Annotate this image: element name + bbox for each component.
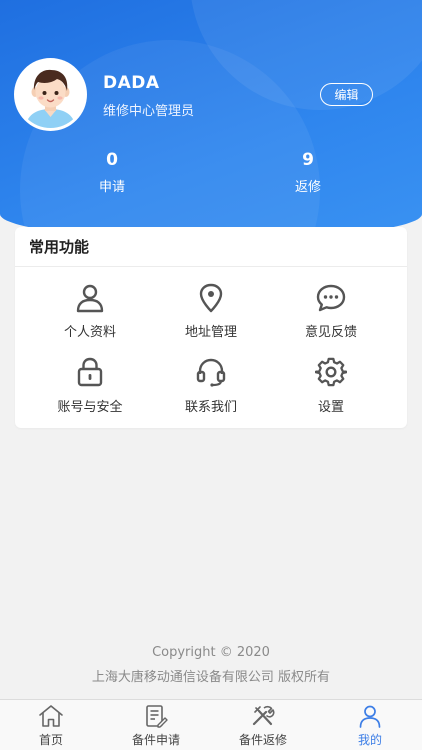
common-functions-card: 常用功能 个人资料 地址管理 意见反馈 账号与安全 联系我们 设置 [15, 227, 407, 428]
function-contact-us[interactable]: 联系我们 [146, 356, 276, 422]
stat-value: 9 [302, 150, 314, 170]
stat-value: 0 [106, 150, 118, 170]
function-address[interactable]: 地址管理 [146, 283, 276, 349]
gear-icon [315, 357, 347, 387]
function-profile[interactable]: 个人资料 [25, 283, 155, 349]
profile-header: DADA 维修中心管理员 编辑 0 申请 9 返修 [0, 0, 422, 240]
home-icon [39, 705, 63, 727]
function-label: 设置 [317, 400, 344, 415]
stat-applications[interactable]: 0 申请 [72, 150, 152, 195]
tab-label: 备件返修 [238, 733, 287, 747]
function-label: 联系我们 [184, 400, 237, 415]
avatar[interactable] [14, 58, 87, 131]
tab-parts-application[interactable]: 备件申请 [106, 704, 206, 748]
tab-home[interactable]: 首页 [1, 704, 101, 748]
function-label: 地址管理 [184, 325, 237, 340]
chat-bubble-icon [316, 284, 346, 312]
stat-repairs[interactable]: 9 返修 [268, 150, 348, 195]
tab-mine[interactable]: 我的 [320, 704, 420, 748]
company-text: 上海大唐移动通信设备有限公司 版权所有 [91, 670, 331, 685]
tab-parts-repair[interactable]: 备件返修 [213, 704, 313, 748]
profile-name: DADA [103, 73, 160, 93]
stat-label: 返修 [294, 180, 321, 195]
stat-label: 申请 [98, 180, 125, 195]
lock-icon [77, 357, 103, 387]
profile-role: 维修中心管理员 [103, 104, 195, 119]
function-label: 意见反馈 [304, 325, 357, 340]
form-document-icon [146, 705, 168, 728]
headset-icon [196, 358, 226, 387]
tab-label: 首页 [38, 733, 63, 747]
edit-profile-button[interactable]: 编辑 [320, 83, 373, 106]
function-label: 账号与安全 [57, 400, 123, 415]
function-feedback[interactable]: 意见反馈 [266, 283, 396, 349]
copyright-text: Copyright © 2020 [152, 645, 270, 660]
user-icon [359, 705, 381, 728]
user-icon [76, 284, 104, 313]
function-grid: 个人资料 地址管理 意见反馈 账号与安全 联系我们 设置 [15, 267, 407, 428]
tab-label: 我的 [357, 733, 382, 747]
repair-tools-icon [252, 705, 275, 726]
card-title: 常用功能 [15, 227, 407, 267]
tab-label: 备件申请 [131, 733, 180, 747]
location-pin-icon [199, 283, 223, 313]
function-settings[interactable]: 设置 [266, 356, 396, 422]
function-label: 个人资料 [63, 325, 116, 340]
function-account-security[interactable]: 账号与安全 [25, 356, 155, 422]
bottom-tab-bar: 首页 备件申请 备件返修 我的 [0, 699, 422, 750]
